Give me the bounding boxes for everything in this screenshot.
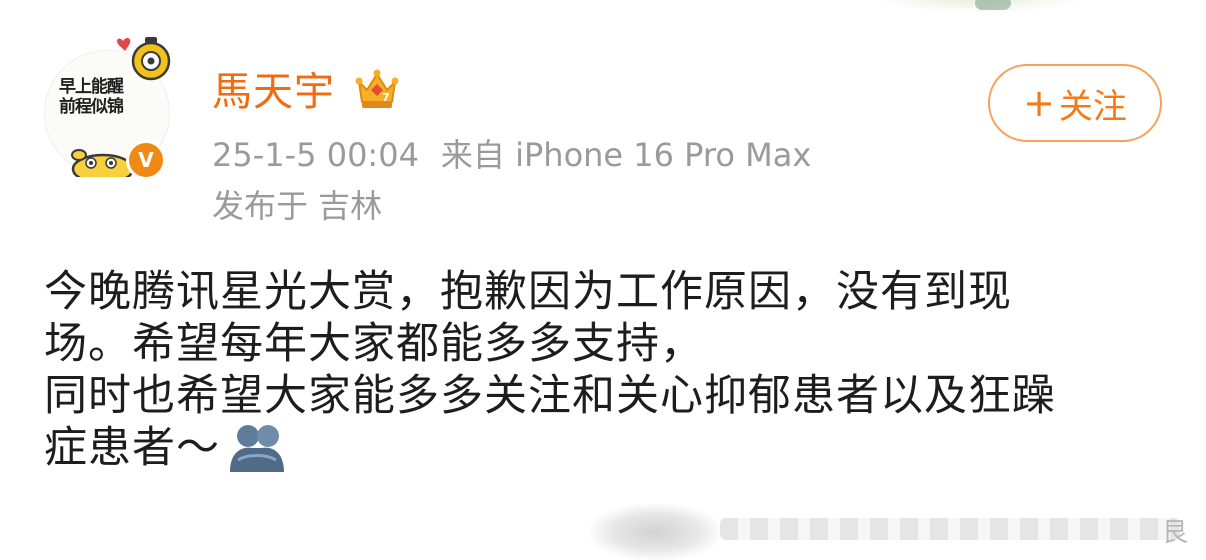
post-body-line: 场。希望每年大家都能多多支持， — [44, 319, 704, 369]
post-body-line: 今晚腾讯星光大赏，抱歉因为工作原因，没有到现 — [44, 267, 1012, 317]
avatar-mascot-icon — [117, 37, 171, 81]
post-meta: 25-1-5 00:04 来自 iPhone 16 Pro Max — [212, 135, 811, 175]
svg-text:7: 7 — [382, 91, 390, 104]
post-body-line-last: 症患者～ — [44, 422, 1164, 474]
author-name[interactable]: 馬天宇 — [212, 66, 335, 118]
follow-button[interactable]: + 关注 — [988, 64, 1162, 142]
verified-badge-icon: V — [126, 140, 166, 180]
post-source[interactable]: 来自 iPhone 16 Pro Max — [441, 136, 811, 174]
watermark-char: 艮 — [1162, 518, 1189, 548]
post-timestamp[interactable]: 25-1-5 00:04 — [212, 136, 419, 174]
plus-icon: + — [1023, 81, 1055, 125]
watermark-bar — [720, 518, 1180, 540]
hug-icon — [230, 425, 284, 472]
follow-label: 关注 — [1058, 86, 1127, 127]
post-location: 发布于 吉林 — [212, 187, 383, 225]
post-body-line-text: 症患者～ — [44, 423, 220, 473]
post-body-line: 同时也希望大家能多多关注和关心抑郁患者以及狂躁 — [44, 371, 1056, 421]
weibo-post-card: 早上能醒 前程似锦 V 馬天宇 7 25-1-5 00:04 来自 iPhone … — [0, 0, 1206, 560]
top-blurred-element — [975, 0, 1011, 10]
watermark-blur — [590, 504, 720, 560]
watermark: 艮 — [590, 500, 1190, 560]
crown-icon[interactable]: 7 — [355, 68, 399, 114]
post-body: 今晚腾讯星光大赏，抱歉因为工作原因，没有到现 场。希望每年大家都能多多支持， 同… — [44, 266, 1164, 474]
